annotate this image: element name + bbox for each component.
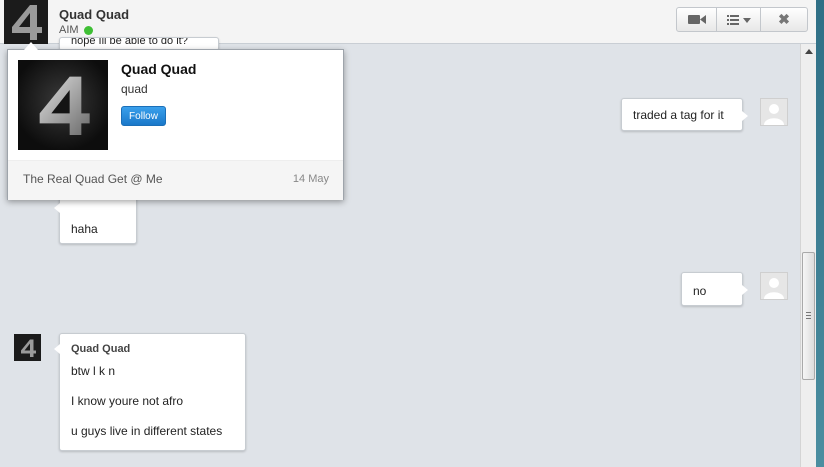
online-status-icon (83, 25, 93, 35)
message-bubble-outgoing: no (681, 272, 748, 306)
four-logo-icon (39, 76, 90, 135)
follow-button[interactable]: Follow (121, 106, 166, 126)
service-label: AIM (59, 24, 79, 36)
chat-scrollbar[interactable] (800, 44, 816, 467)
message-text: traded a tag for it (633, 108, 724, 122)
message-line: u guys live in different states (71, 424, 223, 438)
message-group-incoming: Quad Quad btw l k n I know youre not afr… (54, 333, 246, 451)
desktop-edge (816, 0, 824, 467)
close-button[interactable]: ✖ (761, 8, 807, 31)
message-line: btw l k n (71, 364, 116, 378)
scroll-up-arrow-icon[interactable] (805, 49, 813, 54)
contact-avatar-small[interactable] (14, 334, 41, 361)
contact-name: Quad Quad (59, 7, 130, 22)
profile-popup: Quad Quad quad Follow The Real Quad Get … (7, 42, 344, 200)
default-user-icon (764, 104, 784, 125)
options-menu-button[interactable] (717, 8, 761, 31)
contact-service: AIM (59, 24, 93, 36)
profile-bio: The Real Quad Get @ Me (23, 172, 163, 186)
four-logo-icon (20, 339, 36, 357)
profile-date: 14 May (292, 173, 329, 185)
scrollbar-thumb[interactable] (802, 252, 815, 380)
four-logo-icon (12, 5, 42, 40)
message-bubble-outgoing: traded a tag for it (621, 98, 748, 131)
profile-avatar[interactable] (18, 60, 108, 150)
user-avatar-placeholder (760, 272, 788, 300)
avatar[interactable] (4, 0, 48, 44)
message-text: no (693, 284, 707, 298)
message-text: hope Ill be able to do it? (71, 37, 188, 47)
user-avatar-placeholder (760, 98, 788, 126)
message-line: I know youre not afro (71, 394, 184, 408)
profile-handle: quad (121, 82, 148, 96)
message-sender: Quad Quad (71, 343, 131, 355)
profile-footer: The Real Quad Get @ Me 14 May (8, 160, 343, 200)
grip-icon (806, 312, 811, 319)
header-button-group: ✖ (676, 7, 808, 32)
list-menu-icon (726, 14, 751, 25)
default-user-icon (764, 278, 784, 299)
popup-pointer (24, 42, 38, 50)
profile-name: Quad Quad (121, 61, 197, 77)
video-call-button[interactable] (677, 8, 717, 31)
video-camera-icon (687, 15, 706, 24)
